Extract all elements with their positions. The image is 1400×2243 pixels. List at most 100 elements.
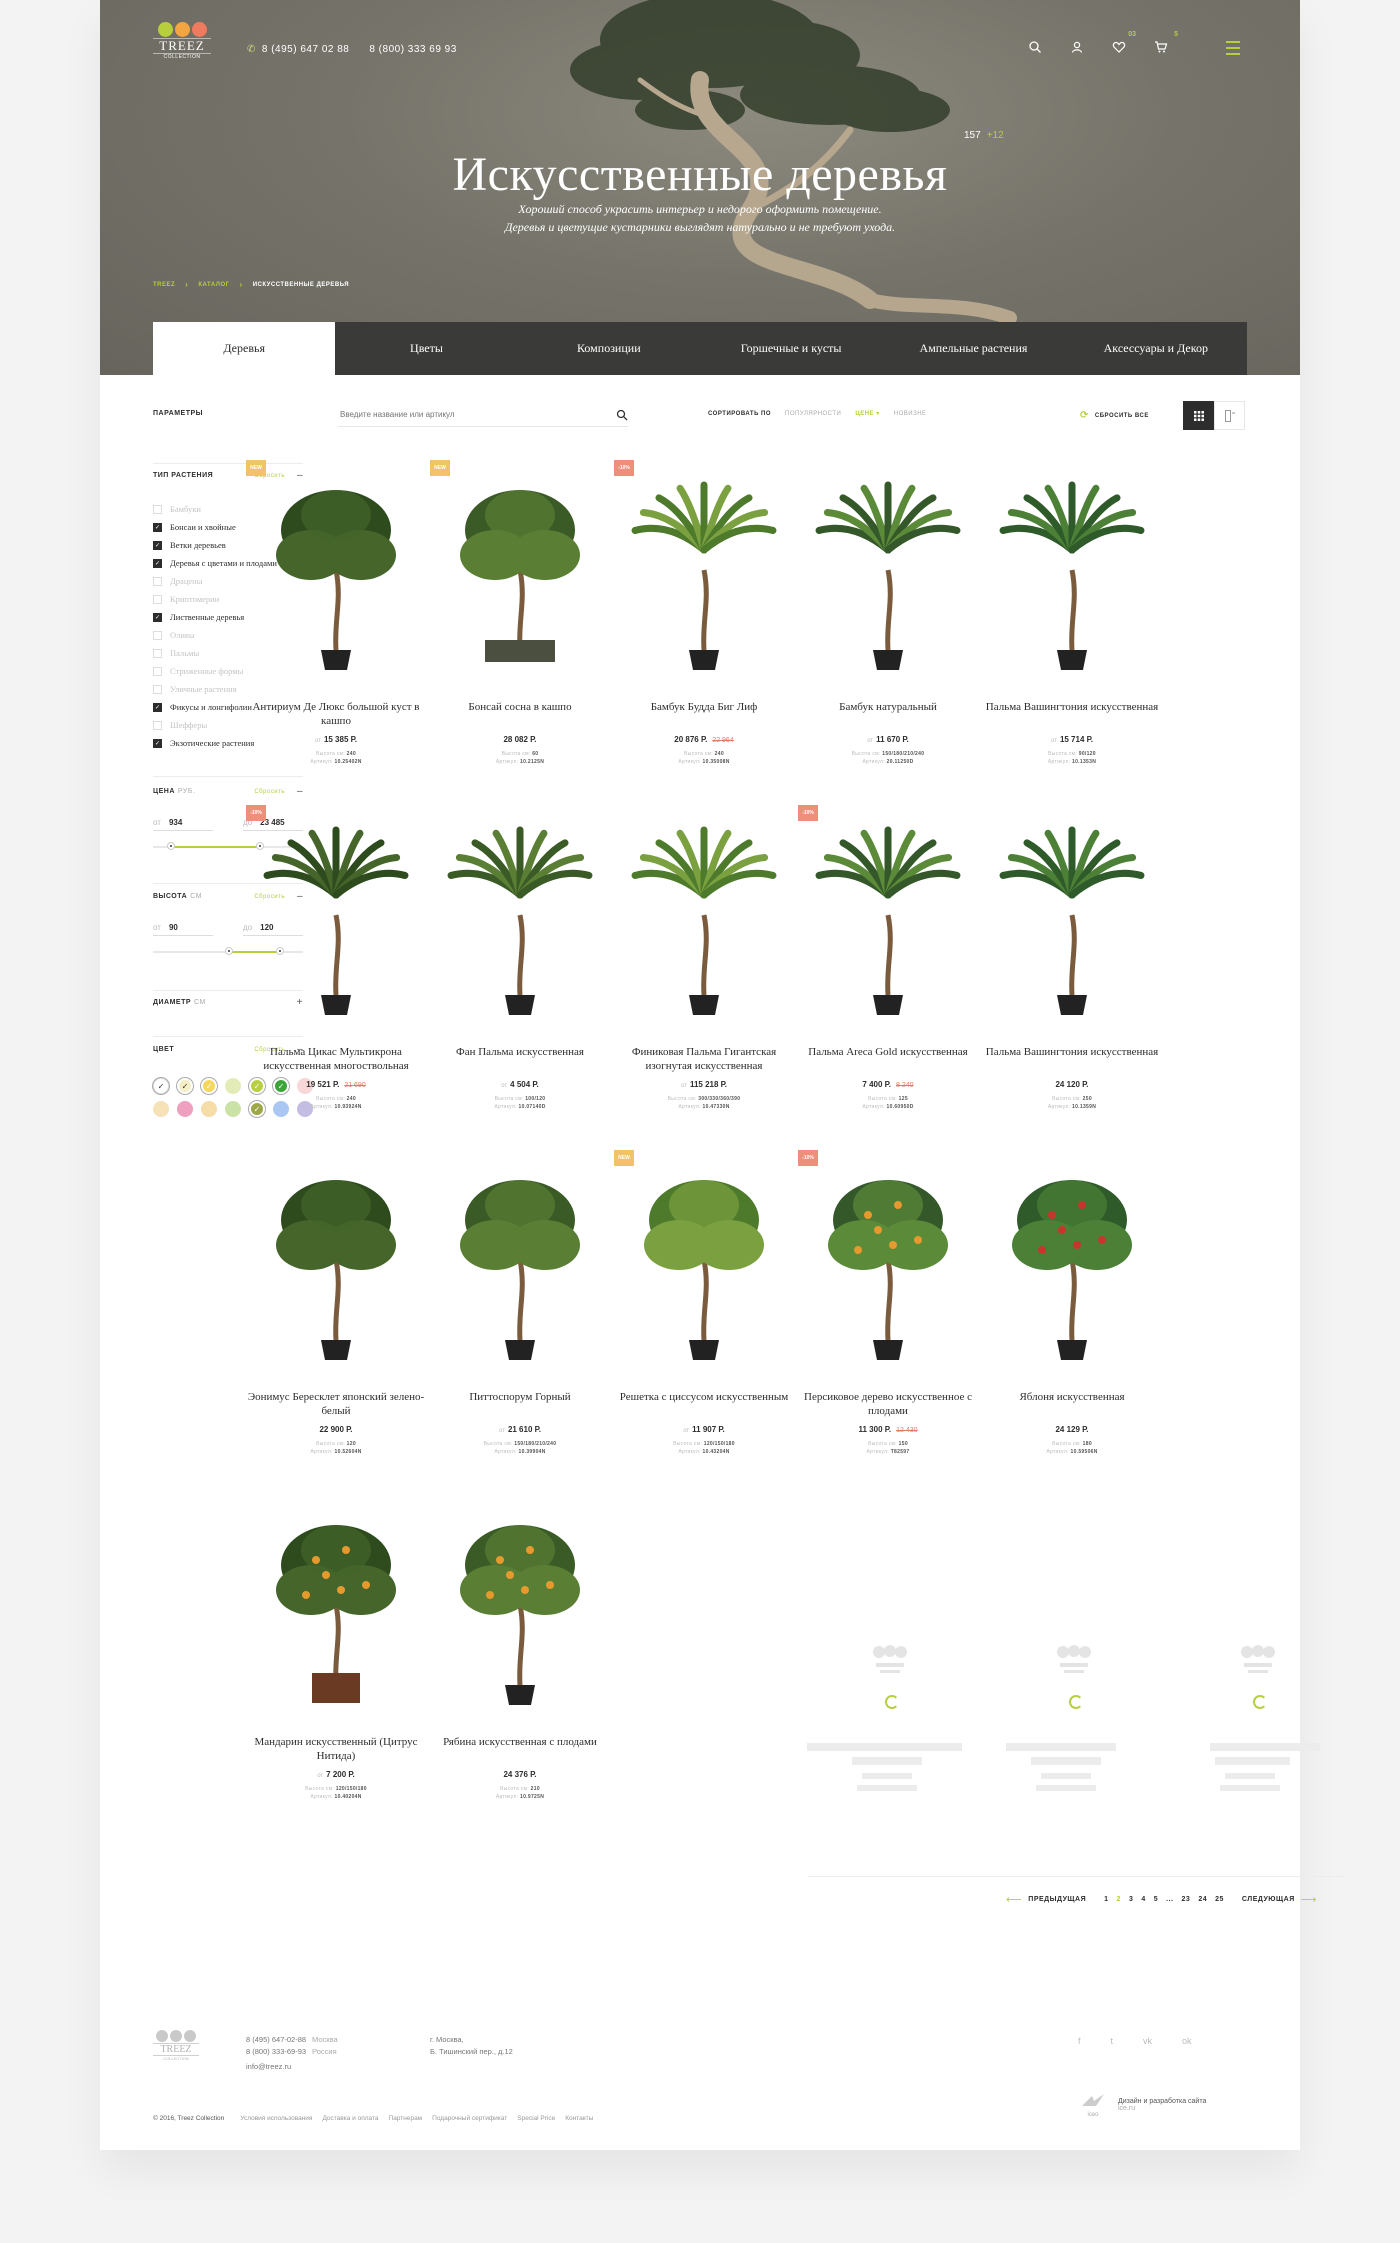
plant-image[interactable] — [246, 470, 426, 680]
product-card[interactable]: Питтоспорум Горный от 21 610 Р. Высота см: … — [430, 1150, 610, 1470]
product-card[interactable]: Эонимус Бересклет японский зелено-белый 2… — [246, 1150, 426, 1470]
product-card[interactable]: NEW Решетка с циссусом искусственным от 11 … — [614, 1150, 794, 1470]
product-card[interactable]: NEW Антириум Де Люкс большой куст в кашпо… — [246, 460, 426, 780]
footer-link-terms[interactable]: Условия использования — [240, 2115, 312, 2122]
plant-image[interactable] — [614, 815, 794, 1025]
product-name[interactable]: Мандарин искусственный (Цитрус Нитида) — [246, 1735, 426, 1763]
product-card[interactable]: Бамбук натуральный от 11 670 Р. Высота см: … — [798, 460, 978, 780]
odnoklassniki-icon[interactable]: ok — [1182, 2036, 1192, 2046]
phone-2[interactable]: 8 (800) 333 69 93 — [369, 44, 456, 55]
footer-link-contacts[interactable]: Контакты — [565, 2115, 593, 2122]
page-number[interactable]: 5 — [1154, 1896, 1158, 1903]
facebook-icon[interactable]: f — [1078, 2036, 1081, 2046]
product-name[interactable]: Питтоспорум Горный — [430, 1390, 610, 1404]
page-number[interactable]: 2 — [1117, 1896, 1121, 1903]
page-number[interactable]: 1 — [1104, 1896, 1108, 1903]
collapse-icon[interactable]: – — [297, 786, 303, 797]
page-number[interactable]: 4 — [1141, 1896, 1145, 1903]
product-name[interactable]: Антириум Де Люкс большой куст в кашпо — [246, 700, 426, 728]
plant-image[interactable] — [614, 1160, 794, 1370]
color-swatch[interactable] — [153, 1101, 169, 1117]
height-from-field[interactable]: от 90 — [153, 923, 213, 936]
twitter-icon[interactable]: t — [1111, 2036, 1114, 2046]
product-name[interactable]: Фан Пальма искусственная — [430, 1045, 610, 1059]
plant-image[interactable] — [246, 1505, 426, 1715]
tab-trees[interactable]: Деревья — [153, 322, 336, 375]
search-icon[interactable] — [616, 408, 628, 421]
footer-link-delivery[interactable]: Доставка и оплата — [322, 2115, 378, 2122]
product-name[interactable]: Бонсай сосна в кашпо — [430, 700, 610, 714]
page-number[interactable]: 25 — [1215, 1896, 1224, 1903]
plant-image[interactable] — [982, 1160, 1162, 1370]
product-card[interactable]: -10% Персиковое дерево искусственное с пл… — [798, 1150, 978, 1470]
sort-price[interactable]: Цене ▾ — [855, 410, 879, 417]
product-card[interactable]: -10% Пальма Areca Gold искусственная 7 400… — [798, 805, 978, 1125]
color-swatch[interactable]: ✓ — [153, 1078, 169, 1094]
tab-flowers[interactable]: Цветы — [335, 322, 517, 375]
product-name[interactable]: Рябина искусственная с плодами — [430, 1735, 610, 1749]
developer-credit[interactable]: iceo Дизайн и разработка сайта ice.ru — [1080, 2092, 1206, 2118]
plant-image[interactable] — [982, 470, 1162, 680]
product-name[interactable]: Бамбук Будда Биг Лиф — [614, 700, 794, 714]
tab-compositions[interactable]: Композиции — [518, 322, 700, 375]
page-number[interactable]: 3 — [1129, 1896, 1133, 1903]
menu-icon[interactable] — [1226, 41, 1240, 55]
search-icon[interactable] — [1028, 40, 1044, 56]
plant-image[interactable] — [430, 1505, 610, 1715]
product-card[interactable]: Мандарин искусственный (Цитрус Нитида) от… — [246, 1495, 426, 1815]
page-number[interactable]: 24 — [1198, 1896, 1207, 1903]
price-from-field[interactable]: от 934 — [153, 818, 213, 831]
plant-image[interactable] — [798, 815, 978, 1025]
color-swatch[interactable] — [225, 1101, 241, 1117]
grid-view-button[interactable] — [1183, 401, 1214, 430]
page-number[interactable]: 23 — [1182, 1896, 1191, 1903]
footer-email[interactable]: info@treez.ru — [246, 2061, 338, 2073]
prev-page-button[interactable]: ⟵ Предыдущая — [1006, 1893, 1086, 1906]
footer-link-partners[interactable]: Партнерам — [389, 2115, 423, 2122]
tab-potted[interactable]: Горшечные и кусты — [700, 322, 882, 375]
tab-accessories[interactable]: Аксессуары и Декор — [1065, 322, 1247, 375]
breadcrumb-catalog[interactable]: Каталог — [198, 282, 229, 288]
color-swatch[interactable] — [225, 1078, 241, 1094]
product-name[interactable]: Финиковая Пальма Гигантская изогнутая ис… — [614, 1045, 794, 1073]
product-card[interactable]: -10% Бамбук Будда Биг Лиф 20 876 Р. 22 964 В… — [614, 460, 794, 780]
filter-price-reset[interactable]: Сбросить — [254, 789, 285, 795]
plant-image[interactable] — [246, 815, 426, 1025]
search-input[interactable] — [338, 408, 616, 420]
vk-icon[interactable]: vk — [1143, 2036, 1152, 2046]
phone-1[interactable]: ✆ 8 (495) 647 02 88 — [247, 44, 349, 55]
product-card[interactable]: Финиковая Пальма Гигантская изогнутая ис… — [614, 805, 794, 1125]
product-card[interactable]: Пальма Вашингтония искусственная от 15 714… — [982, 460, 1162, 780]
product-name[interactable]: Пальма Вашингтония искусственная — [982, 700, 1162, 714]
product-name[interactable]: Пальма Areca Gold искусственная — [798, 1045, 978, 1059]
footer-link-special[interactable]: Special Price — [517, 2115, 555, 2122]
sort-popularity[interactable]: Популярности — [785, 411, 841, 417]
next-page-button[interactable]: Следующая ⟶ — [1242, 1893, 1317, 1906]
height-slider-min-handle[interactable] — [225, 947, 233, 955]
product-card[interactable]: Рябина искусственная с плодами 24 376 Р. В… — [430, 1495, 610, 1815]
list-view-button[interactable] — [1214, 401, 1245, 430]
product-name[interactable]: Бамбук натуральный — [798, 700, 978, 714]
product-card[interactable]: NEW Бонсай сосна в кашпо 28 082 Р. Высота с… — [430, 460, 610, 780]
plant-image[interactable] — [430, 815, 610, 1025]
color-swatch[interactable]: ✓ — [201, 1078, 217, 1094]
product-card[interactable]: Пальма Вашингтония искусственная 24 120 Р… — [982, 805, 1162, 1125]
plant-image[interactable] — [798, 1160, 978, 1370]
reset-all-button[interactable]: ⟳ Сбросить все — [1080, 410, 1149, 421]
plant-image[interactable] — [430, 1160, 610, 1370]
product-name[interactable]: Эонимус Бересклет японский зелено-белый — [246, 1390, 426, 1418]
plant-image[interactable] — [246, 1160, 426, 1370]
price-slider-min-handle[interactable] — [167, 842, 175, 850]
product-name[interactable]: Пальма Вашингтония искусственная — [982, 1045, 1162, 1059]
plant-image[interactable] — [798, 470, 978, 680]
color-swatch[interactable] — [201, 1101, 217, 1117]
plant-image[interactable] — [614, 470, 794, 680]
tab-ampel[interactable]: Ампельные растения — [882, 322, 1064, 375]
plant-image[interactable] — [982, 815, 1162, 1025]
footer-phone-2[interactable]: 8 (800) 333-69-93 — [246, 2047, 306, 2056]
logo[interactable]: TREEZ COLLECTION — [153, 22, 211, 70]
color-swatch[interactable] — [177, 1101, 193, 1117]
product-card[interactable]: Яблоня искусственная 24 129 Р. Высота см: … — [982, 1150, 1162, 1470]
plant-image[interactable] — [430, 470, 610, 680]
product-name[interactable]: Пальма Цикас Мультикрона искусственная м… — [246, 1045, 426, 1073]
